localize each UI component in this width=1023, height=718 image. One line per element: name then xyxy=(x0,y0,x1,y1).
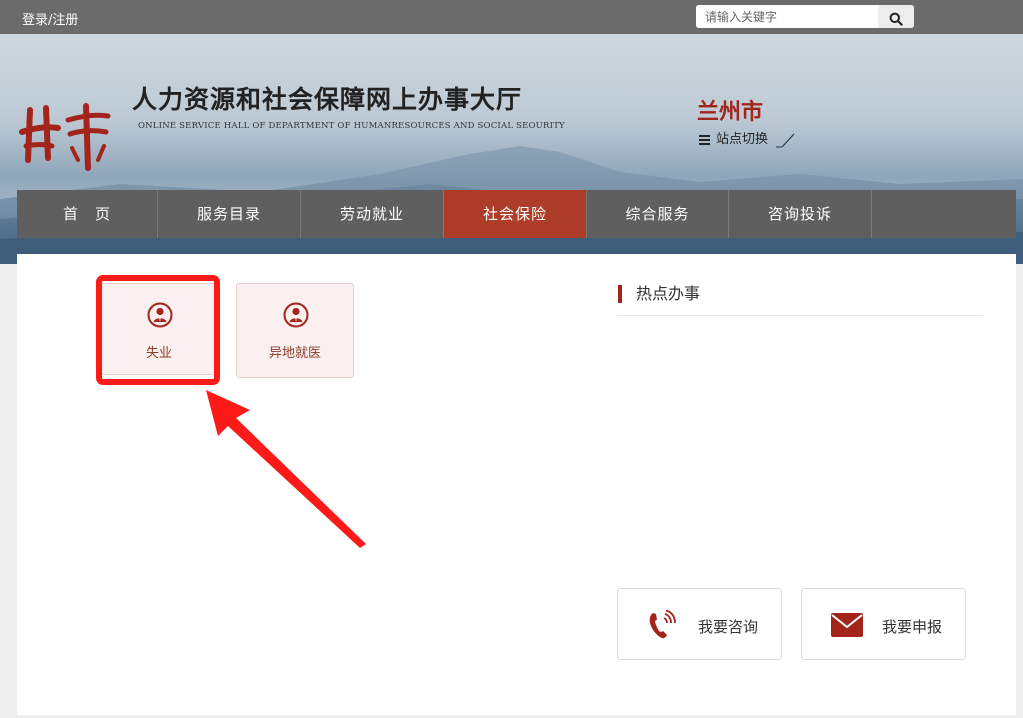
nav-consult-complaint[interactable]: 咨询投诉 xyxy=(729,190,872,238)
main-nav: 首 页 服务目录 劳动就业 社会保险 综合服务 咨询投诉 xyxy=(17,190,1016,238)
menu-icon xyxy=(699,134,710,145)
consult-label: 我要咨询 xyxy=(698,618,759,636)
nav-comprehensive-service[interactable]: 综合服务 xyxy=(587,190,729,238)
nav-labor-employment[interactable]: 劳动就业 xyxy=(301,190,444,238)
service-card-label: 失业 xyxy=(145,346,172,361)
site-title: 人力资源和社会保障网上办事大厅 xyxy=(132,85,523,114)
search-input[interactable] xyxy=(696,5,878,28)
gansu-calligraphy-logo xyxy=(19,103,111,171)
search-button[interactable] xyxy=(878,5,914,28)
site-subtitle: ONLINE SERVICE HALL OF DEPARTMENT OF HUM… xyxy=(138,121,565,131)
nav-social-insurance[interactable]: 社会保险 xyxy=(444,190,587,238)
top-bar: 登录/注册 xyxy=(0,0,1023,34)
service-card-label: 异地就医 xyxy=(268,346,321,361)
switch-underline-decoration xyxy=(776,133,795,148)
envelope-icon xyxy=(831,613,863,637)
search-box xyxy=(696,5,914,28)
search-icon xyxy=(889,12,903,26)
declare-button[interactable]: 我要申报 xyxy=(801,588,966,660)
phone-icon xyxy=(649,610,676,639)
service-card-offsite-medical[interactable]: 异地就医 xyxy=(236,283,354,378)
hot-section-title: 热点办事 xyxy=(636,284,701,303)
person-circle-icon xyxy=(283,302,309,328)
declare-label: 我要申报 xyxy=(882,618,943,636)
person-circle-icon xyxy=(147,302,173,328)
site-switch-label: 站点切换 xyxy=(716,132,769,147)
consult-button[interactable]: 我要咨询 xyxy=(617,588,782,660)
current-city: 兰州市 xyxy=(697,100,764,125)
hot-section-divider xyxy=(617,315,983,316)
nav-service-catalog[interactable]: 服务目录 xyxy=(158,190,301,238)
site-switch-link[interactable]: 站点切换 xyxy=(699,128,768,147)
login-register-link[interactable]: 登录/注册 xyxy=(22,9,78,28)
red-arrow-annotation xyxy=(206,390,366,548)
nav-home[interactable]: 首 页 xyxy=(17,190,158,238)
service-card-unemployment[interactable]: 失业 xyxy=(101,283,217,375)
